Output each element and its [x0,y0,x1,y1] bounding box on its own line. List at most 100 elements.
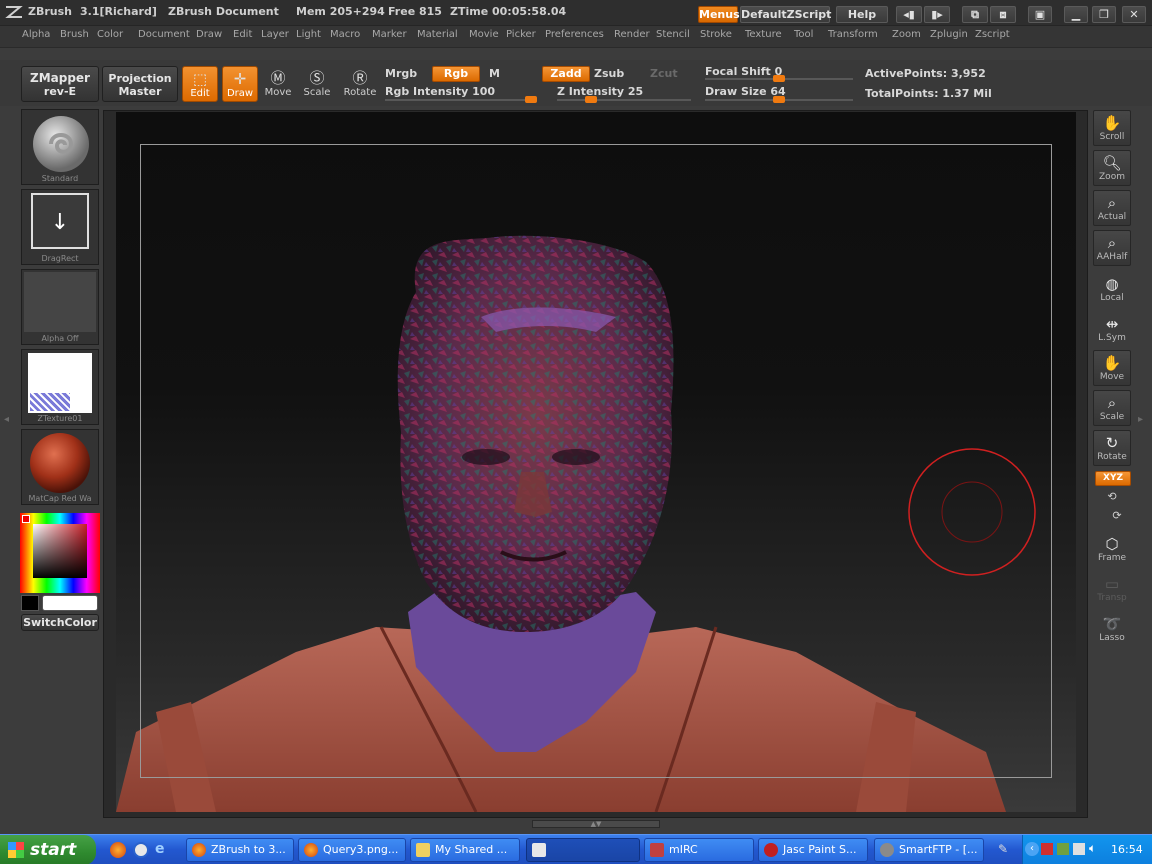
focal-shift-knob[interactable] [773,75,785,82]
zoom-tool[interactable]: 🔍︎ Zoom [1093,150,1131,186]
actual-tool[interactable]: ⌕ Actual [1093,190,1131,226]
texture-slot[interactable]: ZTexture01 [21,349,99,425]
m-button[interactable]: M [489,67,500,80]
task-query3[interactable]: Query3.png... [298,838,406,862]
menu-stencil[interactable]: Stencil [656,29,690,40]
transp-tool[interactable]: ▭ Transp [1093,572,1131,608]
rotate-view-tool[interactable]: ↻ Rotate [1093,430,1131,466]
menu-light[interactable]: Light [296,29,321,40]
xyz-toggle[interactable]: XYZ [1095,471,1131,486]
draw-size-slider[interactable] [705,96,853,103]
rgb-intensity-knob[interactable] [525,96,537,103]
local-tool[interactable]: ◍ Local [1093,272,1131,308]
task-mirc[interactable]: mIRC [644,838,754,862]
menu-layer[interactable]: Layer [261,29,289,40]
zadd-button[interactable]: Zadd [542,66,590,82]
menus-button[interactable]: Menus [698,6,740,23]
menu-preferences[interactable]: Preferences [545,29,604,40]
brush-slot[interactable]: Standard [21,109,99,185]
help-button[interactable]: Help [836,6,888,23]
menu-draw[interactable]: Draw [196,29,222,40]
task-smartftp[interactable]: SmartFTP - [... [874,838,984,862]
menu-brush[interactable]: Brush [60,29,89,40]
aahalf-tool[interactable]: ⌕ AAHalf [1093,230,1131,266]
menu-tool[interactable]: Tool [794,29,813,40]
projection-master-button[interactable]: Projection Master [102,66,178,102]
menu-material[interactable]: Material [417,29,458,40]
menu-document[interactable]: Document [138,29,190,40]
lasso-tool[interactable]: ➰ Lasso [1093,612,1131,648]
default-zscript-button[interactable]: DefaultZScript [740,6,831,23]
tray-app2-icon[interactable] [1057,843,1069,855]
title-bar: ZBrush 3.1[Richard] ZBrush Document Mem … [0,0,1152,26]
move-button[interactable]: Ⓜ Move [260,66,296,102]
quicklaunch-media-icon[interactable] [133,842,149,858]
rotate-button[interactable]: Ⓡ Rotate [342,66,378,102]
menu-movie[interactable]: Movie [469,29,499,40]
menu-transform[interactable]: Transform [828,29,878,40]
z-intensity-slider[interactable] [557,96,691,103]
menu-zscript[interactable]: Zscript [975,29,1010,40]
mrgb-button[interactable]: Mrgb [385,67,417,80]
draw-button[interactable]: ✛ Draw [222,66,258,102]
close-icon[interactable]: ✕ [1122,6,1146,23]
z-intensity-knob[interactable] [584,96,597,103]
stroke-slot[interactable]: ↓ DragRect [21,189,99,265]
layout-b-icon[interactable]: ⧈ [990,6,1016,23]
scale-view-tool[interactable]: ⌕ Scale [1093,390,1131,426]
lock-icon[interactable]: ▣ [1028,6,1052,23]
menu-picker[interactable]: Picker [506,29,536,40]
switch-color-button[interactable]: SwitchColor [21,614,99,631]
scale-button[interactable]: Ⓢ Scale [299,66,335,102]
task-my-shared[interactable]: My Shared ... [410,838,520,862]
rgb-button[interactable]: Rgb [432,66,480,82]
bottom-scroll-handle[interactable]: ▲▼ [532,820,660,828]
rotate-y-icon[interactable]: ⟲ [1103,490,1121,504]
main-color-swatch[interactable] [21,595,39,611]
menu-alpha[interactable]: Alpha [22,29,50,40]
restore-icon[interactable]: ❐ [1092,6,1116,23]
alpha-slot[interactable]: Alpha Off [21,269,99,345]
scroll-right-icon[interactable]: ▮▸ [924,6,950,23]
focal-shift-slider[interactable] [705,75,853,82]
edit-button[interactable]: ⬚ Edit [182,66,218,102]
menu-zoom[interactable]: Zoom [892,29,921,40]
menu-stroke[interactable]: Stroke [700,29,732,40]
quicklaunch-ie-icon[interactable]: e [155,841,171,857]
zcut-button[interactable]: Zcut [650,67,678,80]
scroll-left-icon[interactable]: ◂▮ [896,6,922,23]
draw-size-knob[interactable] [773,96,785,103]
right-edge-handle[interactable]: ▸ [1138,360,1148,480]
task-zbrush-to-3[interactable]: ZBrush to 3... [186,838,294,862]
menu-edit[interactable]: Edit [233,29,252,40]
rgb-intensity-slider[interactable] [385,96,537,103]
menu-macro[interactable]: Macro [330,29,360,40]
left-edge-handle[interactable]: ◂ [4,360,14,480]
menu-texture[interactable]: Texture [745,29,782,40]
tray-app1-icon[interactable] [1041,843,1053,855]
layout-a-icon[interactable]: ⧉ [962,6,988,23]
lsym-tool[interactable]: ⇹ L.Sym [1093,312,1131,348]
task-zbrush-active[interactable] [526,838,640,862]
tray-pen-icon[interactable]: ✎ [998,842,1012,858]
tray-volume-icon[interactable]: 🔈︎ [1089,841,1096,856]
zsub-button[interactable]: Zsub [594,67,624,80]
menu-marker[interactable]: Marker [372,29,407,40]
menu-color[interactable]: Color [97,29,123,40]
start-button[interactable]: start [0,835,96,864]
zmapper-button[interactable]: ZMapper rev-E [21,66,99,102]
menu-render[interactable]: Render [614,29,650,40]
task-jasc-paint[interactable]: Jasc Paint S... [758,838,868,862]
minimize-icon[interactable]: ▁ [1064,6,1088,23]
menu-zplugin[interactable]: Zplugin [930,29,968,40]
frame-tool[interactable]: ⬡ Frame [1093,532,1131,568]
quicklaunch-firefox-icon[interactable] [110,842,126,858]
color-picker[interactable] [20,513,100,593]
rotate-z-icon[interactable]: ⟳ [1108,509,1126,523]
tray-expand-icon[interactable]: ‹ [1025,842,1039,856]
tray-app3-icon[interactable] [1073,843,1085,855]
scroll-tool[interactable]: ✋ Scroll [1093,110,1131,146]
secondary-color-swatch[interactable] [42,595,98,611]
material-slot[interactable]: MatCap Red Wa [21,429,99,505]
move-view-tool[interactable]: ✋ Move [1093,350,1131,386]
